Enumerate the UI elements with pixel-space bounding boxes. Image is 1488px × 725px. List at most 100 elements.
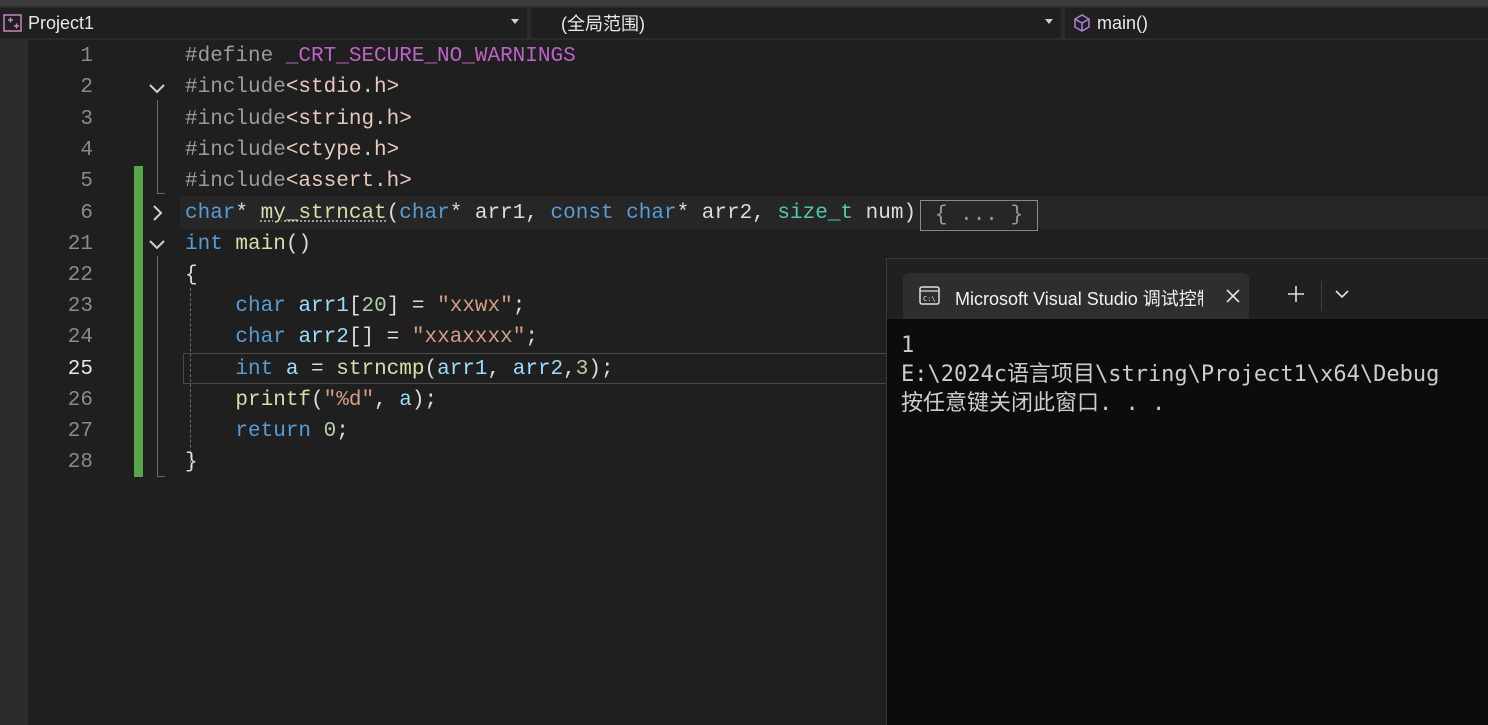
macro-name: _CRT_SECURE_NO_WARNINGS [285, 45, 576, 68]
code-line-active[interactable]: int a = strncmp(arr1, arr2,3); [185, 354, 613, 385]
code-line[interactable]: { [185, 260, 198, 291]
code-line[interactable]: int main() [185, 229, 311, 260]
code-text: * arr1, [449, 202, 551, 225]
chevron-down-icon[interactable] [1333, 286, 1351, 302]
code-line[interactable]: char arr1[20] = "xxwx"; [185, 291, 525, 322]
keyword: char [235, 295, 286, 318]
output-line: 1 [901, 333, 915, 358]
code-text: [ [348, 295, 362, 318]
outline-guide [157, 193, 165, 194]
line-number: 26 [67, 389, 93, 412]
project-dropdown[interactable]: Project1 [0, 8, 527, 38]
keyword: char [626, 202, 677, 225]
keyword: char [185, 202, 236, 225]
function-name: my_strncat [260, 202, 387, 225]
variable: a [399, 389, 412, 412]
outline-guide [157, 100, 158, 194]
code-text: , [563, 358, 576, 381]
chevron-down-icon [511, 19, 519, 24]
line-number: 28 [67, 451, 93, 474]
line-number: 6 [80, 202, 93, 225]
keyword: int [235, 358, 274, 381]
line-number: 5 [80, 170, 93, 193]
code-text: ); [411, 389, 438, 412]
string-literal: "xxaxxxx" [411, 326, 526, 349]
line-number: 24 [67, 326, 93, 349]
header-name: <string.h> [285, 108, 412, 131]
code-line[interactable]: #include<assert.h> [185, 166, 412, 197]
function-dropdown[interactable]: main() [1065, 8, 1488, 38]
line-number: 3 [80, 108, 93, 131]
code-text: ; [512, 295, 526, 318]
variable: arr1 [437, 358, 488, 381]
plus-icon[interactable] [1285, 283, 1307, 305]
scope-name: (全局范围) [561, 14, 645, 34]
outline-guide [157, 256, 158, 476]
code-line[interactable]: #include<stdio.h> [185, 72, 399, 103]
debug-console-window[interactable]: C:\ Microsoft Visual Studio 调试控制台 1 E:\20… [886, 258, 1488, 725]
preprocessor-directive: #include [185, 170, 286, 193]
code-text: ( [311, 389, 324, 412]
variable: a [285, 358, 299, 381]
code-line[interactable]: } [185, 447, 198, 478]
function-name: main() [1097, 12, 1149, 33]
number-literal: 3 [575, 358, 589, 381]
line-number: 27 [67, 420, 93, 443]
navbar-top-border [0, 0, 1488, 6]
line-number: 21 [67, 233, 93, 256]
fold-chevron-down-icon[interactable] [148, 79, 166, 97]
code-line[interactable]: #include<string.h> [185, 104, 412, 135]
header-name: <stdio.h> [285, 76, 400, 99]
code-text: ; [525, 326, 538, 349]
code-text: = [298, 358, 337, 381]
code-line[interactable]: #define _CRT_SECURE_NO_WARNINGS [185, 41, 576, 72]
terminal-output[interactable]: 1 E:\2024c语言项目\string\Project1\x64\Debug 按… [901, 331, 1439, 418]
code-line[interactable]: #include<ctype.h> [185, 135, 399, 166]
line-number: 22 [67, 264, 93, 287]
code-text: [] = [348, 326, 412, 349]
project-name: Project1 [28, 12, 95, 33]
preprocessor-directive: #include [185, 139, 286, 162]
variable: arr1 [298, 295, 349, 318]
close-icon[interactable] [1225, 288, 1241, 304]
chevron-down-icon [1045, 19, 1053, 24]
function-name: main [235, 233, 286, 256]
navigation-bar: Project1 (全局范围) main() [0, 0, 1488, 40]
code-line[interactable]: printf("%d", a); [185, 385, 437, 416]
keyword: char [399, 202, 450, 225]
code-text: ( [386, 202, 400, 225]
terminal-tab[interactable]: C:\ Microsoft Visual Studio 调试控制台 [903, 273, 1249, 319]
fold-chevron-right-icon[interactable] [148, 204, 166, 222]
code-text: , [487, 358, 513, 381]
code-line[interactable]: return 0; [185, 416, 349, 447]
header-name: <ctype.h> [285, 139, 400, 162]
variable: arr2 [298, 326, 349, 349]
indicator-margin [0, 40, 28, 725]
fold-chevron-down-icon[interactable] [148, 235, 166, 253]
project-icon [3, 14, 22, 32]
number-literal: 0 [323, 420, 337, 443]
code-text: ( [424, 358, 438, 381]
preprocessor-directive: #define [185, 45, 274, 68]
keyword: const [550, 202, 614, 225]
code-text: () [285, 233, 312, 256]
terminal-tab-bar: C:\ Microsoft Visual Studio 调试控制台 [887, 259, 1488, 319]
code-text: * arr2, [676, 202, 778, 225]
code-text: ; [336, 420, 349, 443]
output-line: E:\2024c语言项目\string\Project1\x64\Debug [901, 362, 1440, 387]
keyword: return [235, 420, 312, 443]
code-text: , [374, 389, 400, 412]
code-line[interactable]: char* my_strncat(char* arr1, const char*… [185, 198, 916, 229]
collapsed-region-placeholder[interactable]: { ... } [920, 200, 1038, 231]
line-number: 23 [67, 295, 93, 318]
string-literal: "xxwx" [437, 295, 513, 318]
tab-bar-separator [1321, 281, 1322, 311]
scope-dropdown[interactable]: (全局范围) [531, 8, 1061, 38]
change-tracking-bar [134, 166, 143, 477]
code-line[interactable]: char arr2[] = "xxaxxxx"; [185, 322, 538, 353]
line-number-active: 25 [67, 358, 93, 381]
code-text: * [235, 202, 261, 225]
code-text: ] = [386, 295, 438, 318]
number-literal: 20 [361, 295, 387, 318]
